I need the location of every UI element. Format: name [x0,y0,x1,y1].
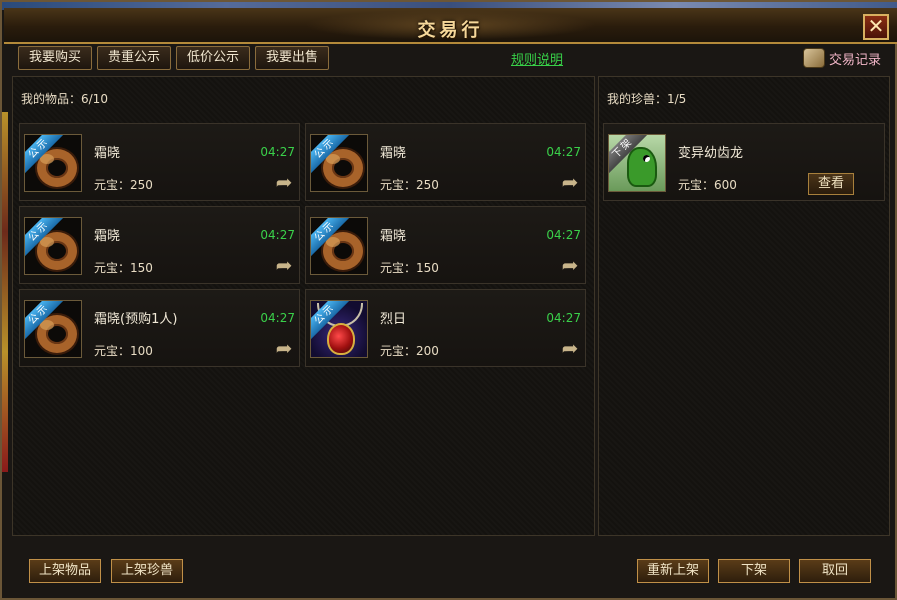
my-pets-header: 我的珍兽：1/5 [607,92,687,106]
share-arrow-icon[interactable]: ➦ [273,255,295,275]
ring-icon: 公示 [24,300,82,358]
ring-icon: 公示 [24,217,82,275]
view-pet-button[interactable]: 查看 [808,173,854,195]
tab-buy[interactable]: 我要购买 [18,46,93,70]
scroll-icon [802,48,825,68]
share-arrow-icon[interactable]: ➦ [559,172,581,192]
list-item-button[interactable]: 上架物品 [29,559,101,583]
close-icon[interactable]: ✕ [863,14,889,40]
share-arrow-icon[interactable]: ➦ [559,338,581,358]
tab-sell[interactable]: 我要出售 [255,46,330,70]
delist-button[interactable]: 下架 [718,559,790,583]
title-bar: 交易行 ✕ [4,8,897,44]
share-arrow-icon[interactable]: ➦ [273,172,295,192]
item-name: 霜晓 [94,229,121,244]
item-name: 霜晓 [380,146,407,161]
ring-icon: 公示 [24,134,82,192]
item-timer: 04:27 [260,311,295,325]
share-arrow-icon[interactable]: ➦ [273,338,295,358]
item-card[interactable]: 公示 霜晓(预购1人) 04:27 元宝：100 ➦ [19,289,300,367]
rules-link[interactable]: 规则说明 [511,49,563,68]
item-price: 元宝：250 [94,178,153,192]
trade-window: 交易行 ✕ 我要购买 贵重公示 低价公示 我要出售 规则说明 交易记录 我的物品… [0,0,897,600]
ring-icon: 公示 [310,134,368,192]
necklace-icon: 公示 [310,300,368,358]
item-name: 霜晓(预购1人) [94,312,178,327]
item-card[interactable]: 公示 烈日 04:27 元宝：200 ➦ [305,289,586,367]
ring-icon: 公示 [310,217,368,275]
item-card[interactable]: 公示 霜晓 04:27 元宝：150 ➦ [19,206,300,284]
item-card[interactable]: 公示 霜晓 04:27 元宝：150 ➦ [305,206,586,284]
item-price: 元宝：100 [94,344,153,358]
item-name: 霜晓 [380,229,407,244]
item-name: 霜晓 [94,146,121,161]
tab-valuable-notice[interactable]: 贵重公示 [97,46,172,70]
item-price: 元宝：150 [94,261,153,275]
item-timer: 04:27 [546,228,581,242]
relist-button[interactable]: 重新上架 [637,559,709,583]
retrieve-button[interactable]: 取回 [799,559,871,583]
pet-name: 变异幼齿龙 [678,146,744,161]
item-price: 元宝：150 [380,261,439,275]
item-timer: 04:27 [260,145,295,159]
side-decoration [2,112,8,472]
tab-bar: 我要购买 贵重公示 低价公示 我要出售 [18,46,330,72]
window-title: 交易行 [417,20,484,41]
item-card[interactable]: 公示 霜晓 04:27 元宝：250 ➦ [305,123,586,201]
item-price: 元宝：200 [380,344,439,358]
item-timer: 04:27 [546,311,581,325]
item-price: 元宝：250 [380,178,439,192]
item-card[interactable]: 公示 霜晓 04:27 元宝：250 ➦ [19,123,300,201]
tab-lowprice-notice[interactable]: 低价公示 [176,46,251,70]
pet-card[interactable]: 下架 变异幼齿龙 元宝：600 查看 [603,123,885,201]
list-pet-button[interactable]: 上架珍兽 [111,559,183,583]
item-name: 烈日 [380,312,407,327]
my-items-header: 我的物品：6/10 [21,92,108,106]
item-timer: 04:27 [546,145,581,159]
trade-records-button[interactable]: 交易记录 [802,46,881,70]
item-timer: 04:27 [260,228,295,242]
dinosaur-icon: 下架 [608,134,666,192]
pet-price: 元宝：600 [678,178,737,192]
my-pets-panel: 我的珍兽：1/5 下架 变异幼齿龙 元宝：600 查看 [598,76,890,536]
my-items-panel: 我的物品：6/10 公示 霜晓 04:27 元宝：250 ➦ 公示 霜晓 04:… [12,76,595,536]
share-arrow-icon[interactable]: ➦ [559,255,581,275]
trade-records-label: 交易记录 [828,52,881,68]
